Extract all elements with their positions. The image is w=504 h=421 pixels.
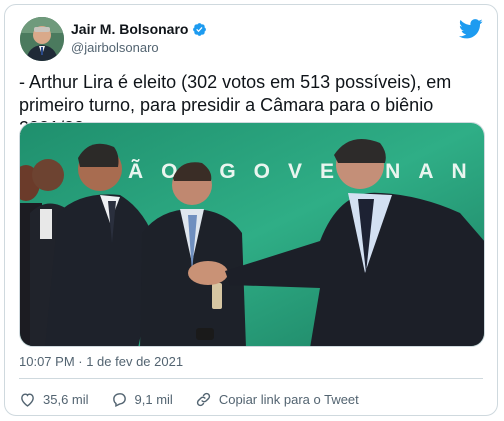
author-name[interactable]: Jair M. Bolsonaro [71, 21, 207, 37]
tweet-card[interactable]: Jair M. Bolsonaro @jairbolsonaro - Arthu… [4, 4, 498, 416]
tweet-timestamp[interactable]: 10:07 PM · 1 de fev de 2021 [19, 354, 183, 369]
copy-link-label: Copiar link para o Tweet [218, 391, 359, 407]
reply-button[interactable]: 9,1 mil [111, 391, 173, 408]
tweet-photo[interactable]: ÃO GOVERNAN [19, 122, 485, 347]
tweet-actions: 35,6 mil 9,1 mil Copiar link para o Twee… [19, 387, 381, 411]
reply-count: 9,1 mil [134, 391, 173, 407]
actions-divider [19, 378, 483, 379]
author-handle[interactable]: @jairbolsonaro [71, 40, 159, 55]
reply-bubble-icon [112, 392, 126, 407]
like-button[interactable]: 35,6 mil [19, 391, 89, 408]
author-name-text[interactable]: Jair M. Bolsonaro [71, 21, 188, 37]
like-count: 35,6 mil [43, 391, 89, 407]
verified-badge-icon [193, 22, 207, 36]
link-icon [196, 392, 210, 406]
author-avatar[interactable] [20, 17, 64, 61]
twitter-bird-icon[interactable] [459, 19, 483, 39]
heart-icon [21, 392, 34, 407]
copy-link-button[interactable]: Copiar link para o Tweet [195, 391, 359, 408]
